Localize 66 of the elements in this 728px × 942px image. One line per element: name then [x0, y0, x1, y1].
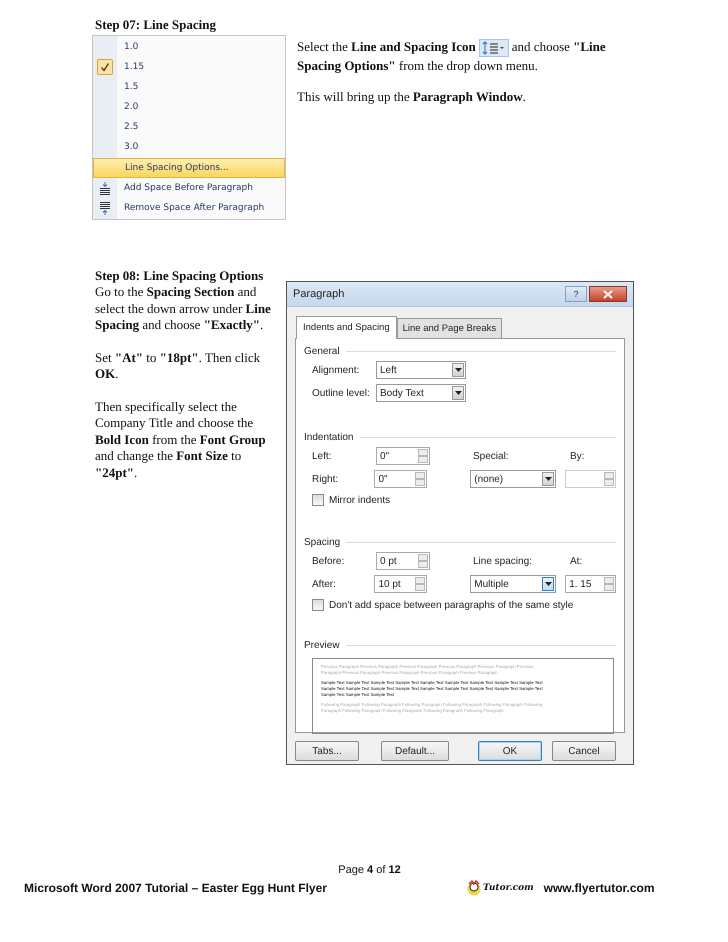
- caret-icon: [544, 582, 552, 586]
- field-label: By:: [570, 450, 584, 462]
- field-label: Line spacing:: [473, 556, 533, 566]
- close-icon: [603, 290, 613, 298]
- window-title: Paragraph: [293, 288, 344, 300]
- menu-item[interactable]: 1.5: [93, 77, 285, 97]
- step-title: Step 08: Line Spacing Options: [95, 268, 264, 284]
- outline-level-dropdown[interactable]: Body Text: [376, 384, 466, 402]
- logo-text: Tutor.com: [483, 883, 534, 893]
- checkbox[interactable]: [312, 494, 324, 506]
- alignment-dropdown[interactable]: Left: [376, 361, 466, 379]
- field-label: Outline level:: [312, 388, 371, 398]
- after-spacing-field[interactable]: 10 pt: [374, 575, 428, 593]
- field-label: Alignment:: [312, 364, 360, 376]
- checkbox-label: Mirror indents: [329, 494, 390, 506]
- close-button[interactable]: [589, 286, 627, 302]
- section-heading: Indentation: [304, 432, 354, 442]
- menu-item[interactable]: Add Space Before Paragraph: [93, 178, 285, 198]
- menu-item[interactable]: 3.0: [93, 137, 285, 157]
- instruction-text: Go to the Spacing Section and select the down arrow under Line Spacing and choose "Exactly".: [95, 284, 272, 334]
- dialog-button[interactable]: Cancel: [552, 741, 616, 761]
- footer-url: www.flyertutor.com: [544, 881, 655, 895]
- footer-title: Microsoft Word 2007 Tutorial – Easter Egg Hunt Flyer: [24, 881, 328, 895]
- tab[interactable]: Line and Page Breaks: [396, 318, 502, 338]
- menu-item[interactable]: Remove Space After Paragraph: [93, 198, 285, 218]
- field-label: Special:: [473, 450, 510, 462]
- by-field[interactable]: [565, 470, 616, 488]
- instruction-text: This will bring up the Paragraph Window.: [297, 88, 527, 106]
- caret-icon: [544, 477, 552, 481]
- page-number: Page 4 of 12: [337, 864, 402, 876]
- left-indent-field[interactable]: 0": [376, 447, 430, 465]
- menu-item[interactable]: 2.5: [93, 117, 285, 137]
- field-label: Before:: [312, 556, 346, 566]
- dialog-button[interactable]: OK: [478, 741, 542, 761]
- menu-item[interactable]: 1.15: [93, 57, 285, 77]
- menu-item[interactable]: Line Spacing Options...: [93, 158, 285, 178]
- section-heading: Preview: [304, 640, 340, 650]
- help-button[interactable]: ?: [565, 286, 587, 302]
- field-label: At:: [570, 556, 582, 566]
- space-before-icon: [99, 182, 111, 194]
- section-heading: Spacing: [304, 536, 340, 548]
- section-heading: General: [304, 346, 340, 356]
- special-dropdown[interactable]: (none): [470, 470, 556, 488]
- instruction-text: Then specifically select the Company Title and choose the Bold Icon from the Font Group and change the Font Size to "24pt".: [95, 398, 267, 481]
- dialog-button[interactable]: Tabs...: [295, 741, 359, 761]
- at-field[interactable]: 1. 15: [565, 575, 616, 593]
- space-after-icon: [99, 202, 111, 214]
- right-indent-field[interactable]: 0": [374, 470, 428, 488]
- caret-icon: [454, 391, 462, 395]
- instruction-text: Select the Line and Spacing Icon and choose "Line Spacing Options" from the drop down menu.: [297, 38, 607, 74]
- before-spacing-field[interactable]: 0 pt: [376, 552, 430, 570]
- checkbox[interactable]: [312, 599, 324, 611]
- field-label: After:: [312, 578, 337, 590]
- field-label: Right:: [312, 474, 340, 484]
- line-spacing-dropdown[interactable]: Multiple: [470, 575, 556, 593]
- dialog-button[interactable]: Default...: [381, 741, 449, 761]
- caret-icon: [454, 368, 462, 372]
- step-title: Step 07: Line Spacing: [95, 17, 217, 33]
- field-label: Left:: [312, 450, 332, 462]
- menu-item[interactable]: 2.0: [93, 97, 285, 117]
- line-spacing-icon: [478, 39, 509, 58]
- checkbox-label: Don't add space between paragraphs of the same style: [329, 600, 574, 610]
- tab[interactable]: Indents and Spacing: [296, 316, 397, 339]
- menu-item[interactable]: 1.0: [93, 37, 285, 57]
- instruction-text: Set "At" to "18pt". Then click OK.: [95, 350, 262, 382]
- logo-icon: [466, 880, 482, 896]
